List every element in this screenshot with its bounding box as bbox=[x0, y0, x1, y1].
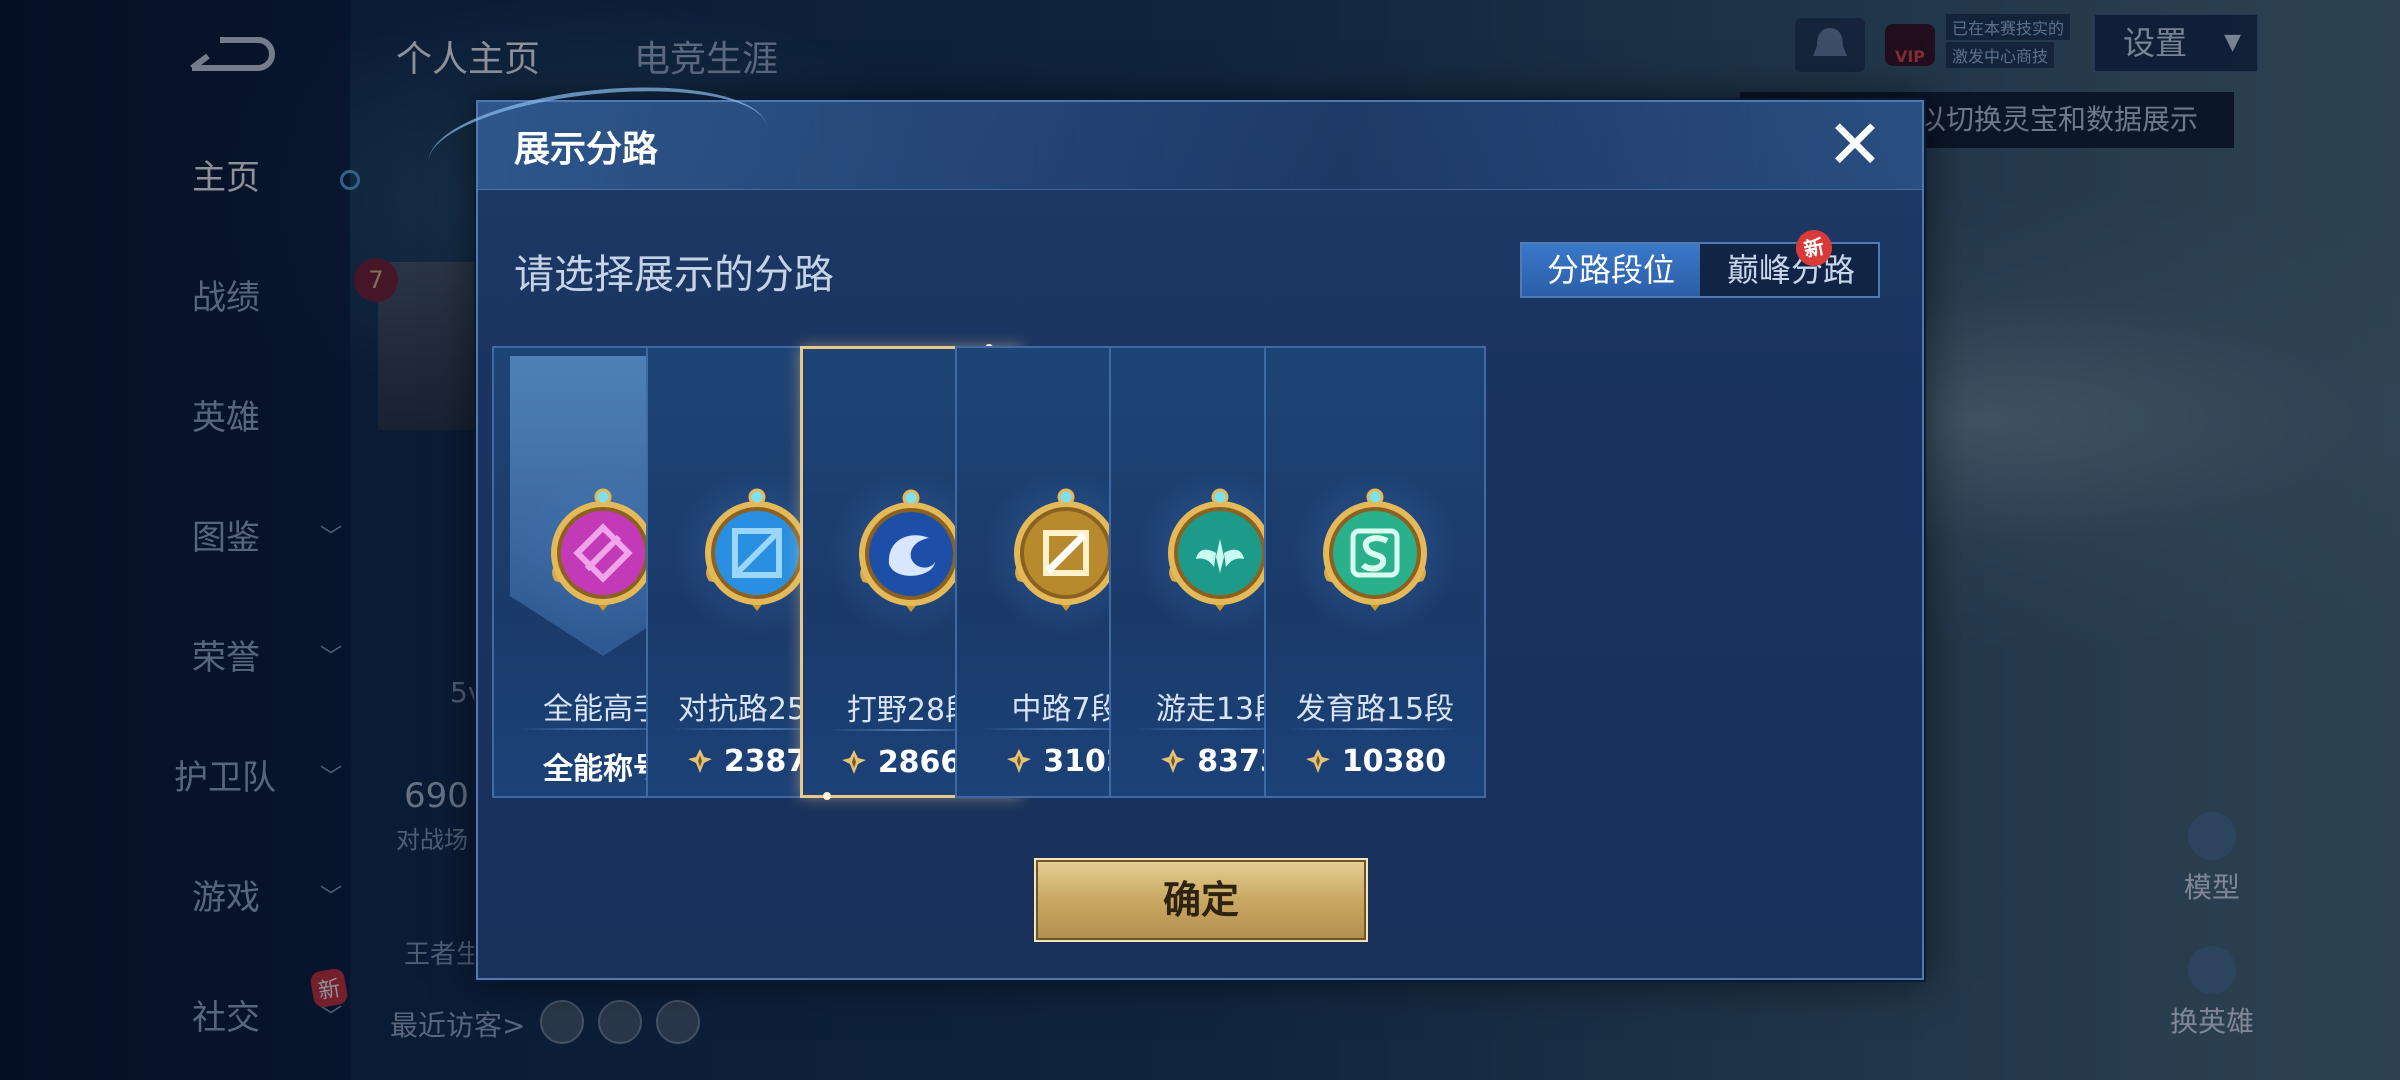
close-icon: ✕ bbox=[1826, 106, 1884, 185]
lane-name: 发育路15段 bbox=[1295, 692, 1455, 727]
lane-points-icon bbox=[1159, 747, 1187, 775]
card-divider bbox=[1290, 728, 1460, 730]
toggle-lane-rank[interactable]: 分路段位 bbox=[1522, 244, 1700, 296]
display-lane-dialog: 展示分路 ✕ 请选择展示的分路 分路段位 巅峰分路 新 全能高手 全能称号 对抗… bbox=[423, 72, 1924, 980]
lane-score-value: 全能称号 bbox=[543, 752, 663, 787]
lane-score: 10380 bbox=[1266, 744, 1484, 779]
lane-points-icon bbox=[840, 748, 868, 776]
lane-card-5[interactable]: 发育路15段 10380 bbox=[1264, 346, 1486, 798]
confirm-button[interactable]: 确定 bbox=[1034, 858, 1368, 942]
lane-emblem-icon bbox=[1290, 468, 1460, 638]
lane-points-icon bbox=[686, 747, 714, 775]
dialog-header: 展示分路 ✕ bbox=[423, 72, 1922, 218]
dialog-title: 展示分路 bbox=[514, 129, 659, 170]
lane-points-icon bbox=[1304, 747, 1332, 775]
close-button[interactable]: ✕ bbox=[1820, 112, 1890, 182]
dialog-subtitle: 请选择展示的分路 bbox=[514, 252, 834, 298]
toggle-peak-lane[interactable]: 巅峰分路 bbox=[1702, 244, 1880, 296]
lane-score-value: 10380 bbox=[1341, 744, 1447, 779]
lane-points-icon bbox=[1005, 747, 1033, 775]
